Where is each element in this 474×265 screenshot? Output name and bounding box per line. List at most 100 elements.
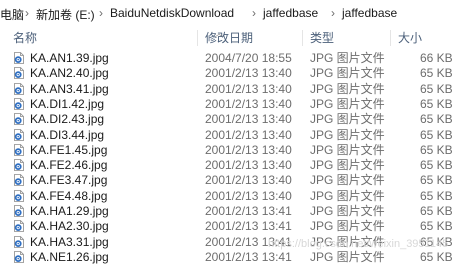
file-size: 65 KB: [420, 97, 453, 111]
jpg-file-icon: [14, 174, 24, 186]
file-size: 65 KB: [420, 189, 453, 203]
file-type: JPG 图片文件: [310, 112, 385, 126]
file-modified-date: 2001/2/13 13:40: [205, 82, 292, 96]
file-size: 65 KB: [420, 219, 453, 233]
file-modified-date: 2001/2/13 13:41: [205, 219, 292, 233]
file-modified-date: 2001/2/13 13:40: [205, 143, 292, 157]
file-type: JPG 图片文件: [310, 66, 385, 80]
file-name: KA.FE3.47.jpg: [30, 173, 108, 187]
column-size[interactable]: 大小: [398, 27, 422, 49]
breadcrumb-item-folder[interactable]: jaffedbase: [263, 6, 318, 20]
file-size: 65 KB: [420, 66, 453, 80]
file-row[interactable]: KA.HA2.30.jpg 2001/2/13 13:41 JPG 图片文件 65 K…: [0, 218, 474, 234]
watermark: https://blog.csdn.net/weixin_3951145: [268, 238, 449, 250]
file-name: KA.HA2.30.jpg: [30, 219, 109, 233]
file-size: 65 KB: [420, 143, 453, 157]
file-size: 65 KB: [420, 173, 453, 187]
file-name: KA.AN1.39.jpg: [30, 51, 109, 65]
breadcrumb-item-download[interactable]: BaiduNetdiskDownload: [110, 6, 234, 20]
jpg-file-icon: [14, 190, 24, 202]
file-modified-date: 2001/2/13 13:40: [205, 173, 292, 187]
file-name: KA.HA1.29.jpg: [30, 204, 109, 218]
file-row[interactable]: KA.DI3.44.jpg 2001/2/13 13:40 JPG 图片文件 65 K…: [0, 127, 474, 143]
file-size: 65 KB: [420, 204, 453, 218]
file-row[interactable]: KA.FE2.46.jpg 2001/2/13 13:40 JPG 图片文件 65 K…: [0, 157, 474, 173]
file-row[interactable]: KA.DI2.43.jpg 2001/2/13 13:40 JPG 图片文件 65 K…: [0, 111, 474, 127]
file-size: 65 KB: [420, 158, 453, 172]
jpg-file-icon: [14, 251, 24, 263]
jpg-file-icon: [14, 236, 24, 248]
breadcrumb-separator-icon[interactable]: ›: [25, 6, 29, 20]
file-modified-date: 2001/2/13 13:40: [205, 97, 292, 111]
file-row[interactable]: KA.NE1.26.jpg 2001/2/13 13:41 JPG 图片文件 65 K…: [0, 249, 474, 265]
file-size: 65 KB: [420, 82, 453, 96]
column-divider[interactable]: [302, 30, 303, 46]
breadcrumb-separator-icon[interactable]: ›: [99, 6, 103, 20]
jpg-file-icon: [14, 144, 24, 156]
breadcrumb-item-drive[interactable]: 新加卷 (E:): [36, 6, 95, 23]
file-type: JPG 图片文件: [310, 158, 385, 172]
file-size: 66 KB: [420, 51, 453, 65]
file-modified-date: 2001/2/13 13:40: [205, 158, 292, 172]
file-modified-date: 2001/2/13 13:40: [205, 128, 292, 142]
file-row[interactable]: KA.AN3.41.jpg 2001/2/13 13:40 JPG 图片文件 65 K…: [0, 81, 474, 97]
column-name[interactable]: 名称: [13, 27, 37, 49]
file-name: KA.FE4.48.jpg: [30, 189, 108, 203]
file-modified-date: 2001/2/13 13:40: [205, 112, 292, 126]
breadcrumb-separator-icon[interactable]: ›: [252, 6, 256, 20]
file-name: KA.HA3.31.jpg: [30, 235, 109, 249]
column-date[interactable]: 修改日期: [205, 27, 253, 49]
breadcrumb-separator-icon[interactable]: ›: [331, 6, 335, 20]
file-type: JPG 图片文件: [310, 189, 385, 203]
jpg-file-icon: [14, 129, 24, 141]
file-name: KA.NE1.26.jpg: [30, 250, 109, 264]
file-modified-date: 2001/2/13 13:40: [205, 66, 292, 80]
column-divider[interactable]: [390, 30, 391, 46]
file-name: KA.AN2.40.jpg: [30, 66, 109, 80]
jpg-file-icon: [14, 205, 24, 217]
file-type: JPG 图片文件: [310, 173, 385, 187]
file-modified-date: 2001/2/13 13:41: [205, 250, 292, 264]
file-row[interactable]: KA.AN1.39.jpg 2004/7/20 18:55 JPG 图片文件 66 K…: [0, 50, 474, 66]
file-name: KA.DI1.42.jpg: [30, 97, 105, 111]
jpg-file-icon: [14, 220, 24, 232]
file-type: JPG 图片文件: [310, 250, 385, 264]
breadcrumb-item-current[interactable]: jaffedbase: [342, 6, 397, 20]
file-name: KA.FE1.45.jpg: [30, 143, 108, 157]
column-header: 名称 修改日期 类型 大小: [0, 27, 474, 49]
file-type: JPG 图片文件: [310, 97, 385, 111]
file-type: JPG 图片文件: [310, 82, 385, 96]
file-size: 65 KB: [420, 128, 453, 142]
breadcrumb-item-computer[interactable]: 电脑: [0, 6, 24, 23]
file-type: JPG 图片文件: [310, 143, 385, 157]
column-divider[interactable]: [197, 30, 198, 46]
file-row[interactable]: KA.HA1.29.jpg 2001/2/13 13:41 JPG 图片文件 65 K…: [0, 203, 474, 219]
file-type: JPG 图片文件: [310, 204, 385, 218]
file-row[interactable]: KA.AN2.40.jpg 2001/2/13 13:40 JPG 图片文件 65 K…: [0, 65, 474, 81]
column-type[interactable]: 类型: [310, 27, 334, 49]
file-type: JPG 图片文件: [310, 51, 385, 65]
jpg-file-icon: [14, 67, 24, 79]
file-modified-date: 2001/2/13 13:41: [205, 204, 292, 218]
address-bar[interactable]: 电脑 › 新加卷 (E:) › BaiduNetdiskDownload › j…: [0, 0, 474, 28]
file-row[interactable]: KA.FE1.45.jpg 2001/2/13 13:40 JPG 图片文件 65 K…: [0, 142, 474, 158]
jpg-file-icon: [14, 159, 24, 171]
sort-chevron-up-icon: ︿: [215, 29, 223, 38]
file-row[interactable]: KA.FE3.47.jpg 2001/2/13 13:40 JPG 图片文件 65 K…: [0, 172, 474, 188]
file-name: KA.FE2.46.jpg: [30, 158, 108, 172]
file-name: KA.DI3.44.jpg: [30, 128, 105, 142]
file-name: KA.DI2.43.jpg: [30, 112, 105, 126]
file-name: KA.AN3.41.jpg: [30, 82, 109, 96]
jpg-file-icon: [14, 83, 24, 95]
jpg-file-icon: [14, 52, 24, 64]
file-size: 65 KB: [420, 250, 453, 264]
file-type: JPG 图片文件: [310, 219, 385, 233]
file-size: 65 KB: [420, 112, 453, 126]
file-row[interactable]: KA.DI1.42.jpg 2001/2/13 13:40 JPG 图片文件 65 K…: [0, 96, 474, 112]
file-modified-date: 2004/7/20 18:55: [205, 51, 292, 65]
file-modified-date: 2001/2/13 13:40: [205, 189, 292, 203]
file-row[interactable]: KA.FE4.48.jpg 2001/2/13 13:40 JPG 图片文件 65 K…: [0, 188, 474, 204]
jpg-file-icon: [14, 113, 24, 125]
file-type: JPG 图片文件: [310, 128, 385, 142]
jpg-file-icon: [14, 98, 24, 110]
